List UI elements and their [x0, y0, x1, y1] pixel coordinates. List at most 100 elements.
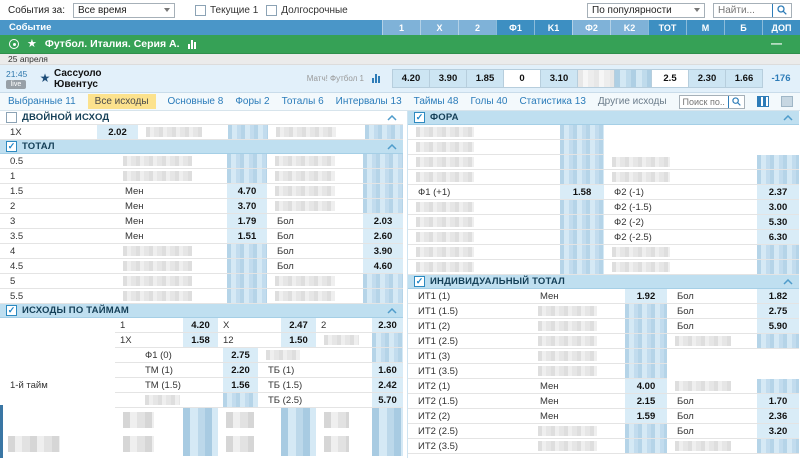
blurred-odds-cell[interactable] — [560, 125, 604, 140]
odds-value-cell[interactable]: 1.50 — [281, 333, 316, 348]
collapse-section-button[interactable] — [387, 115, 397, 121]
column-header-М[interactable]: М — [686, 20, 724, 35]
tab-Тоталы 6[interactable]: Тоталы 6 — [282, 96, 324, 107]
odds-value-cell[interactable]: 1.59 — [625, 409, 667, 424]
blurred-odds-cell[interactable] — [560, 230, 604, 245]
collapse-section-button[interactable] — [783, 279, 793, 285]
blurred-odds-cell[interactable] — [757, 245, 799, 260]
odds-value-cell[interactable]: 2.15 — [625, 394, 667, 409]
odds-value-cell[interactable]: 5.30 — [757, 215, 799, 230]
favorite-star-icon[interactable]: ★ — [27, 39, 37, 50]
blurred-odds-cell[interactable] — [757, 379, 799, 394]
tab-Выбранные 11[interactable]: Выбранные 11 — [8, 96, 76, 107]
blurred-odds-cell[interactable] — [227, 169, 267, 184]
column-header-Ф2[interactable]: Ф2 — [572, 20, 610, 35]
blurred-odds-cell[interactable] — [577, 69, 615, 88]
blurred-odds-cell[interactable] — [372, 432, 403, 456]
column-header-X[interactable]: X — [420, 20, 458, 35]
odds-value-cell[interactable]: 1.70 — [757, 394, 799, 409]
odds-cell[interactable]: 1.66 — [725, 69, 763, 88]
blurred-odds-cell[interactable] — [183, 408, 218, 432]
blurred-odds-cell[interactable] — [363, 169, 403, 184]
tab-Статистика 13[interactable]: Статистика 13 — [519, 96, 585, 107]
blurred-odds-cell[interactable] — [757, 260, 799, 275]
odds-value-cell[interactable]: 3.20 — [757, 424, 799, 439]
blurred-odds-cell[interactable] — [227, 259, 267, 274]
odds-value-cell[interactable]: 4.70 — [227, 184, 267, 199]
blurred-odds-cell[interactable] — [223, 393, 258, 408]
blurred-odds-cell[interactable] — [625, 439, 667, 454]
column-header-Ф1[interactable]: Ф1 — [496, 20, 534, 35]
odds-value-cell[interactable]: 1.56 — [223, 378, 258, 393]
odds-value-cell[interactable]: 2.75 — [223, 348, 258, 363]
blurred-odds-cell[interactable] — [560, 170, 604, 185]
section-checkbox[interactable] — [6, 305, 17, 316]
blurred-odds-cell[interactable] — [560, 155, 604, 170]
collapse-section-button[interactable] — [783, 115, 793, 121]
odds-value-cell[interactable]: 3.90 — [363, 244, 403, 259]
tab-Форы 2[interactable]: Форы 2 — [235, 96, 269, 107]
blurred-odds-cell[interactable] — [560, 260, 604, 275]
tab-Основные 8[interactable]: Основные 8 — [168, 96, 224, 107]
blurred-odds-cell[interactable] — [363, 199, 403, 214]
collapse-section-button[interactable] — [387, 144, 397, 150]
odds-value-cell[interactable]: 1.92 — [625, 289, 667, 304]
column-header-ДОП[interactable]: ДОП — [762, 20, 800, 35]
search-button[interactable] — [772, 4, 791, 17]
period-select[interactable]: Все время — [73, 3, 175, 18]
blurred-odds-cell[interactable] — [372, 348, 403, 363]
odds-value-cell[interactable]: 2.60 — [363, 229, 403, 244]
blurred-odds-cell[interactable] — [757, 334, 799, 349]
column-header-2[interactable]: 2 — [458, 20, 496, 35]
odds-cell[interactable]: 4.20 — [392, 69, 430, 88]
odds-cell[interactable]: 2.30 — [688, 69, 726, 88]
blurred-odds-cell[interactable] — [560, 200, 604, 215]
blurred-odds-cell[interactable] — [365, 125, 403, 140]
odds-value-cell[interactable]: 1.51 — [227, 229, 267, 244]
column-header-K2[interactable]: K2 — [610, 20, 648, 35]
longterm-events-checkbox[interactable]: Долгосрочные — [266, 5, 347, 16]
tab-Все исходы[interactable]: Все исходы — [88, 94, 156, 109]
collapse-section-button[interactable] — [387, 308, 397, 314]
sort-select[interactable]: По популярности — [587, 3, 705, 18]
blurred-odds-cell[interactable] — [228, 125, 268, 140]
odds-value-cell[interactable]: 6.30 — [757, 230, 799, 245]
column-header-K1[interactable]: K1 — [534, 20, 572, 35]
odds-value-cell[interactable]: 3.00 — [757, 200, 799, 215]
odds-value-cell[interactable]: 3.70 — [227, 199, 267, 214]
odds-value-cell[interactable]: 4.20 — [183, 318, 218, 333]
collapse-league-button[interactable]: — — [771, 38, 782, 50]
blurred-odds-cell[interactable] — [372, 333, 403, 348]
blurred-odds-cell[interactable] — [363, 289, 403, 304]
odds-value-cell[interactable]: 2.36 — [757, 409, 799, 424]
odds-cell[interactable]: 0 — [503, 69, 541, 88]
blurred-odds-cell[interactable] — [363, 154, 403, 169]
blurred-odds-cell[interactable] — [625, 304, 667, 319]
odds-value-cell[interactable]: 5.70 — [372, 393, 403, 408]
odds-value-cell[interactable]: 2.37 — [757, 185, 799, 200]
two-column-view-icon[interactable] — [757, 96, 769, 107]
market-search-input[interactable] — [680, 97, 728, 107]
odds-value-cell[interactable]: 1.60 — [372, 363, 403, 378]
tab-Таймы 48[interactable]: Таймы 48 — [414, 96, 459, 107]
odds-cell[interactable]: 3.10 — [540, 69, 578, 88]
blurred-odds-cell[interactable] — [625, 349, 667, 364]
odds-cell[interactable]: 3.90 — [429, 69, 467, 88]
blurred-odds-cell[interactable] — [560, 140, 604, 155]
odds-value-cell[interactable]: 1.58 — [183, 333, 218, 348]
odds-value-cell[interactable]: 2.47 — [281, 318, 316, 333]
blurred-odds-cell[interactable] — [757, 155, 799, 170]
market-search-button[interactable] — [728, 96, 744, 108]
section-checkbox[interactable] — [6, 112, 17, 123]
blurred-odds-cell[interactable] — [227, 154, 267, 169]
blurred-odds-cell[interactable] — [614, 69, 652, 88]
odds-value-cell[interactable]: 2.30 — [372, 318, 403, 333]
blurred-odds-cell[interactable] — [227, 289, 267, 304]
odds-cell[interactable]: -176 — [762, 69, 800, 88]
blurred-odds-cell[interactable] — [560, 245, 604, 260]
current-events-checkbox[interactable]: Текущие 1 — [195, 5, 258, 16]
section-checkbox[interactable] — [414, 276, 425, 287]
blurred-odds-cell[interactable] — [757, 170, 799, 185]
single-column-view-icon[interactable] — [781, 96, 793, 107]
odds-value-cell[interactable]: 2.02 — [97, 125, 138, 140]
